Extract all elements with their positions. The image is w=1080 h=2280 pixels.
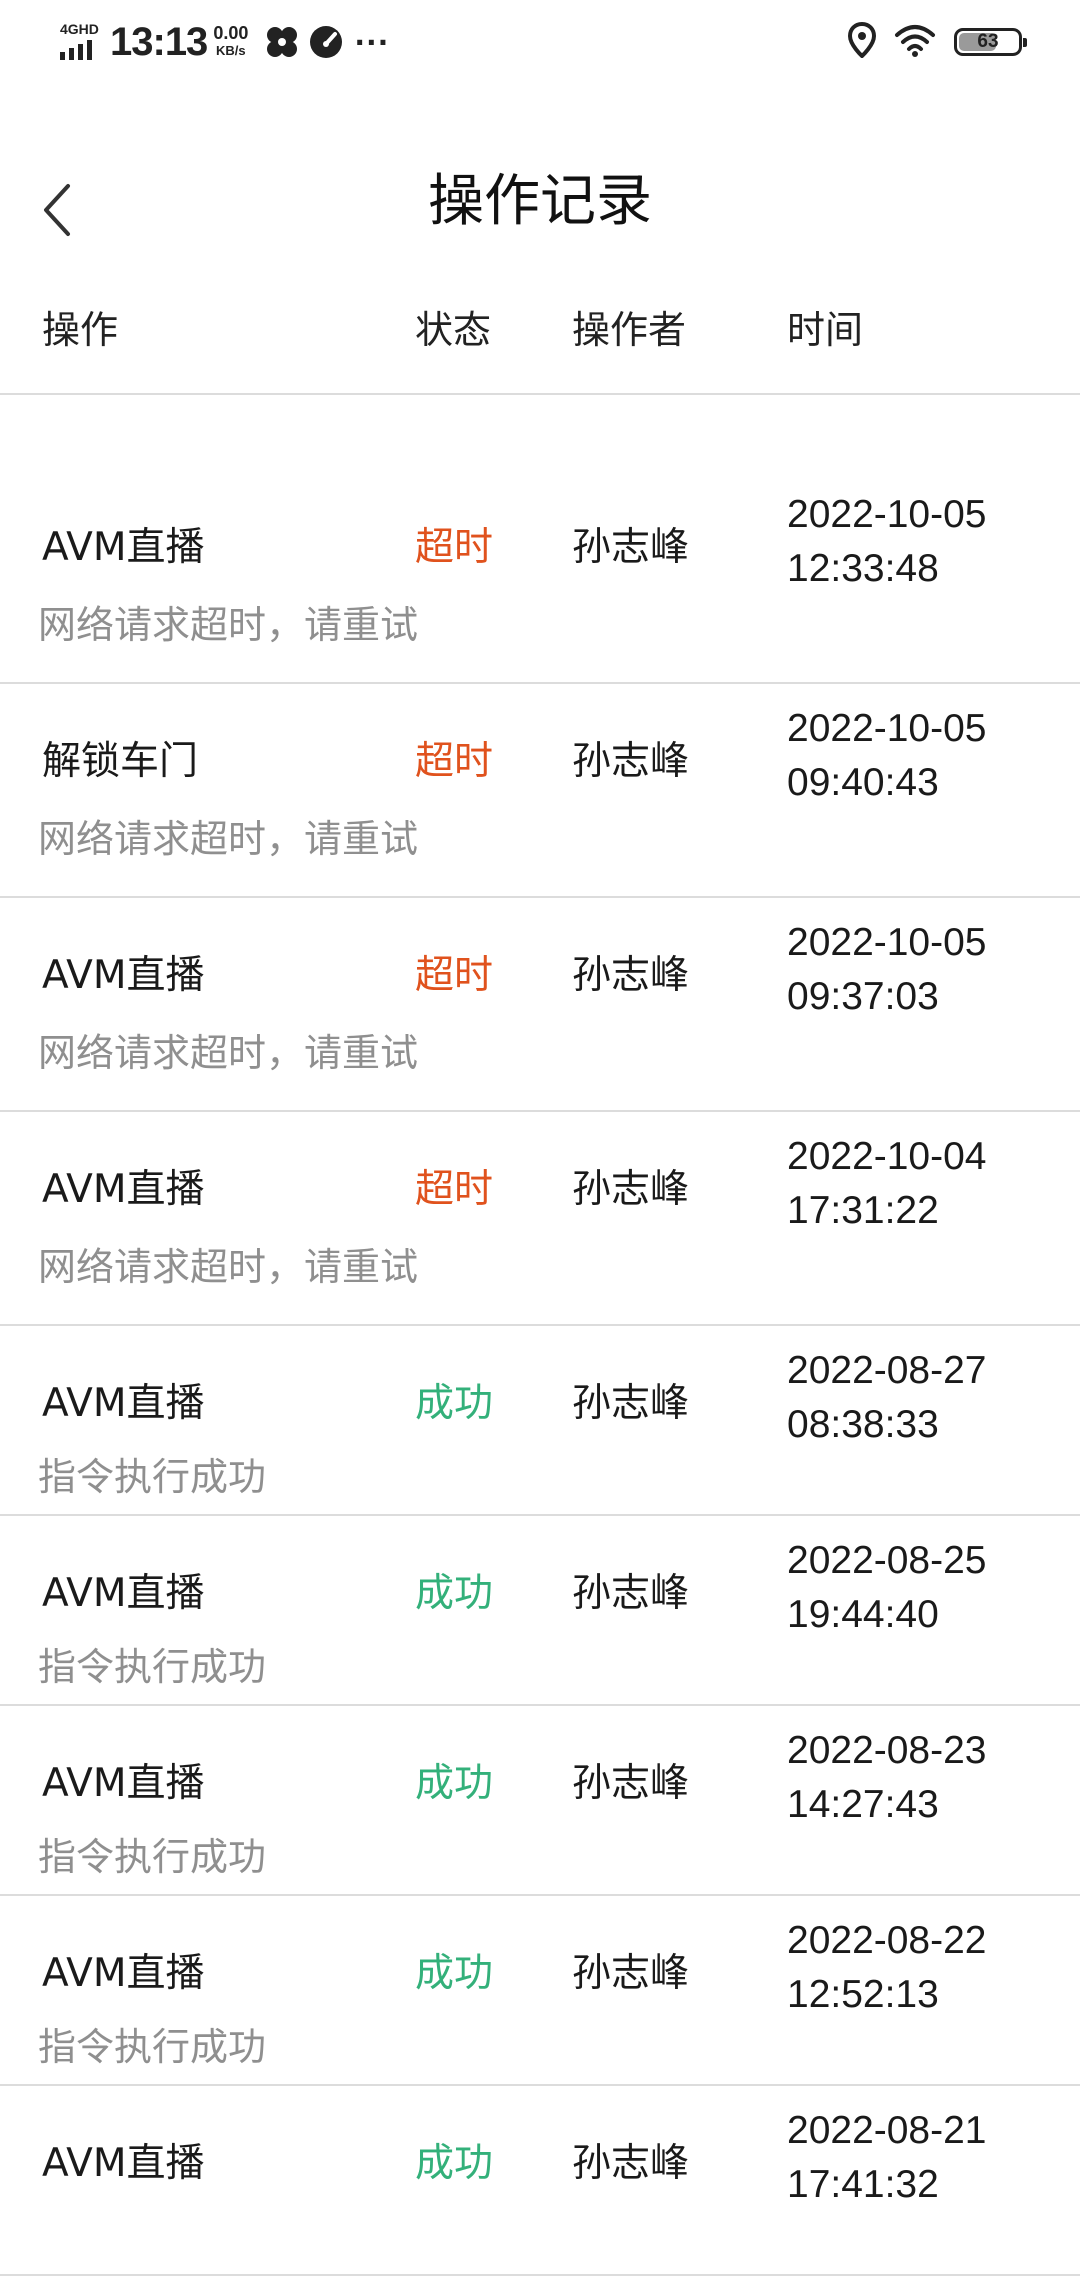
row-clock: 09:37:03: [787, 975, 939, 1018]
row-message: 指令执行成功: [38, 1455, 267, 1499]
row-clock: 19:44:40: [787, 1593, 939, 1636]
row-date: 2022-10-05: [787, 493, 987, 536]
page-title: 操作记录: [428, 169, 652, 234]
row-time: 2022-08-21 17:41:32: [787, 2104, 1067, 2212]
location-icon: [847, 21, 877, 62]
row-operator: 孙志峰: [572, 953, 690, 998]
table-row[interactable]: AVM直播 成功 孙志峰 2022-08-27 08:38:33 指令执行成功: [0, 1326, 1080, 1516]
speedometer-icon: [308, 24, 344, 60]
network-speed: 0.00 KB/s: [213, 23, 249, 59]
header-divider: [0, 393, 1080, 395]
row-date: 2022-08-27: [787, 1349, 987, 1392]
row-clock: 09:40:43: [787, 761, 939, 804]
row-message: 指令执行成功: [38, 1835, 267, 1879]
row-operation: AVM直播: [42, 953, 205, 998]
row-clock: 17:31:22: [787, 1189, 939, 1232]
row-operator: 孙志峰: [572, 2141, 690, 2186]
row-clock: 08:38:33: [787, 1403, 939, 1446]
row-time: 2022-10-04 17:31:22: [787, 1130, 1067, 1238]
row-time: 2022-10-05 12:33:48: [787, 488, 1067, 596]
row-date: 2022-08-21: [787, 2109, 987, 2152]
row-time: 2022-08-23 14:27:43: [787, 1724, 1067, 1832]
row-time: 2022-10-05 09:37:03: [787, 916, 1067, 1024]
row-operation: 解锁车门: [42, 739, 199, 784]
status-bar-right: 63: [847, 14, 1027, 70]
row-date: 2022-10-05: [787, 921, 987, 964]
row-operator: 孙志峰: [572, 1381, 690, 1426]
table-header: 操作 状态 操作者 时间: [0, 295, 1080, 367]
table-row[interactable]: AVM直播 超时 孙志峰 2022-10-04 17:31:22 网络请求超时，请重试: [0, 1112, 1080, 1326]
row-message: 网络请求超时，请重试: [38, 603, 419, 647]
row-operator: 孙志峰: [572, 739, 690, 784]
status-bar-left: 4GHD 13:13 0.00 KB/s ···: [58, 14, 389, 70]
row-clock: 12:33:48: [787, 547, 939, 590]
fan-icon: [264, 24, 300, 60]
battery-level: 63: [977, 31, 999, 52]
row-time: 2022-08-25 19:44:40: [787, 1534, 1067, 1642]
row-operator: 孙志峰: [572, 525, 690, 570]
table-row[interactable]: 解锁车门 超时 孙志峰 2022-10-05 09:40:43 网络请求超时，请重试: [0, 684, 1080, 898]
row-operation: AVM直播: [42, 1951, 205, 1996]
table-row[interactable]: AVM直播 成功 孙志峰 2022-08-21 17:41:32: [0, 2086, 1080, 2276]
row-time: 2022-10-05 09:40:43: [787, 702, 1067, 810]
row-operator: 孙志峰: [572, 1571, 690, 1616]
network-speed-unit: KB/s: [216, 43, 246, 58]
row-operator: 孙志峰: [572, 1761, 690, 1806]
row-status: 超时: [415, 1167, 494, 1212]
row-message: 网络请求超时，请重试: [38, 1245, 419, 1289]
row-message: 指令执行成功: [38, 1645, 267, 1689]
row-date: 2022-08-23: [787, 1729, 987, 1772]
network-speed-value: 0.00: [213, 23, 249, 43]
status-bar: 4GHD 13:13 0.00 KB/s ··· 63: [0, 0, 1080, 84]
row-date: 2022-08-22: [787, 1919, 987, 1962]
row-status: 成功: [415, 1761, 494, 1806]
nav-bar: 操作记录: [0, 150, 1080, 260]
row-operation: AVM直播: [42, 1381, 205, 1426]
row-status: 成功: [415, 1381, 494, 1426]
battery-icon: 63: [954, 28, 1027, 56]
row-message: 指令执行成功: [38, 2025, 267, 2069]
header-time: 时间: [787, 308, 864, 352]
row-time: 2022-08-22 12:52:13: [787, 1914, 1067, 2022]
row-date: 2022-08-25: [787, 1539, 987, 1582]
row-date: 2022-10-05: [787, 707, 987, 750]
header-operation: 操作: [42, 308, 119, 352]
row-status: 超时: [415, 953, 494, 998]
table-row[interactable]: AVM直播 成功 孙志峰 2022-08-23 14:27:43 指令执行成功: [0, 1706, 1080, 1896]
row-clock: 12:52:13: [787, 1973, 939, 2016]
more-notifications-icon: ···: [354, 25, 390, 59]
wifi-icon: [894, 23, 936, 61]
row-operator: 孙志峰: [572, 1167, 690, 1212]
records-list: AVM直播 超时 孙志峰 2022-10-05 12:33:48 网络请求超时，请重试 解锁…: [0, 470, 1080, 2276]
row-operation: AVM直播: [42, 1167, 205, 1212]
header-operator: 操作者: [572, 308, 687, 352]
table-row[interactable]: AVM直播 超时 孙志峰 2022-10-05 12:33:48 网络请求超时，请重试: [0, 470, 1080, 684]
row-date: 2022-10-04: [787, 1135, 987, 1178]
row-operation: AVM直播: [42, 1571, 205, 1616]
row-message: 网络请求超时，请重试: [38, 817, 419, 861]
table-row[interactable]: AVM直播 成功 孙志峰 2022-08-25 19:44:40 指令执行成功: [0, 1516, 1080, 1706]
row-clock: 14:27:43: [787, 1783, 939, 1826]
row-operation: AVM直播: [42, 525, 205, 570]
row-status: 成功: [415, 1951, 494, 1996]
row-status: 成功: [415, 1571, 494, 1616]
row-operator: 孙志峰: [572, 1951, 690, 1996]
row-message: 网络请求超时，请重试: [38, 1031, 419, 1075]
signal-icon: 4GHD: [58, 20, 106, 64]
status-time: 13:13: [110, 19, 208, 64]
table-row[interactable]: AVM直播 成功 孙志峰 2022-08-22 12:52:13 指令执行成功: [0, 1896, 1080, 2086]
row-status: 超时: [415, 525, 494, 570]
table-row[interactable]: AVM直播 超时 孙志峰 2022-10-05 09:37:03 网络请求超时，请重试: [0, 898, 1080, 1112]
row-status: 成功: [415, 2141, 494, 2186]
row-clock: 17:41:32: [787, 2163, 939, 2206]
network-type: 4GHD: [60, 21, 99, 37]
header-status: 状态: [415, 308, 492, 352]
row-operation: AVM直播: [42, 1761, 205, 1806]
row-time: 2022-08-27 08:38:33: [787, 1344, 1067, 1452]
row-operation: AVM直播: [42, 2141, 205, 2186]
row-status: 超时: [415, 739, 494, 784]
